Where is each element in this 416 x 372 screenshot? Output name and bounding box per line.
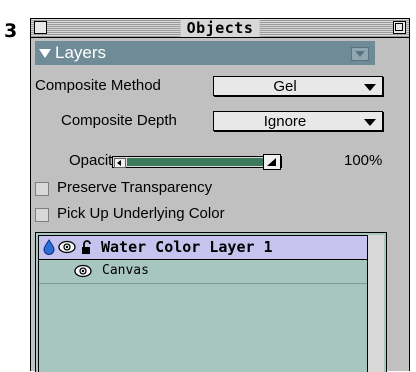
opacity-slider[interactable] [112,154,282,170]
opacity-slider-fill [127,158,263,166]
section-title: Layers [55,43,107,62]
popup-arrow-icon [364,84,376,91]
layers-section-header[interactable]: Layers [35,41,375,65]
layers-list[interactable]: Water Color Layer 1 Canvas [35,232,387,372]
step-number: 3 [4,20,18,42]
lock-open-icon[interactable] [81,239,93,255]
preserve-transparency-checkbox[interactable] [35,182,49,196]
preserve-transparency-label: Preserve Transparency [57,179,213,196]
opacity-value: 100% [344,152,383,169]
row-divider [39,283,383,284]
layers-scrollbar[interactable] [367,235,384,372]
composite-depth-label: Composite Depth [61,112,177,129]
composite-method-label: Composite Method [35,77,161,94]
objects-palette: Objects Layers Composite Method Gel Comp… [30,18,410,372]
palette-titlebar[interactable]: Objects [31,19,409,38]
layer-name: Canvas [102,263,149,278]
section-menu-button[interactable] [351,47,369,61]
pick-up-underlying-color-label: Pick Up Underlying Color [57,205,225,222]
close-box-icon[interactable] [34,21,47,34]
palette-title: Objects [180,19,260,37]
composite-method-value: Gel [273,78,297,95]
slider-left-arrow-icon[interactable] [114,158,126,168]
disclosure-triangle-icon[interactable] [39,49,51,58]
water-drop-icon[interactable] [43,239,55,255]
pick-up-underlying-color-checkbox[interactable] [35,208,49,222]
zoom-box-icon[interactable] [393,21,406,34]
eye-icon[interactable] [58,240,76,254]
opacity-slider-thumb[interactable] [263,154,281,170]
popup-arrow-icon [364,119,376,126]
composite-depth-popup[interactable]: Ignore [213,111,383,131]
composite-method-popup[interactable]: Gel [213,76,383,96]
eye-icon[interactable] [74,264,92,278]
composite-depth-value: Ignore [263,113,307,130]
layer-name: Water Color Layer 1 [101,238,273,256]
